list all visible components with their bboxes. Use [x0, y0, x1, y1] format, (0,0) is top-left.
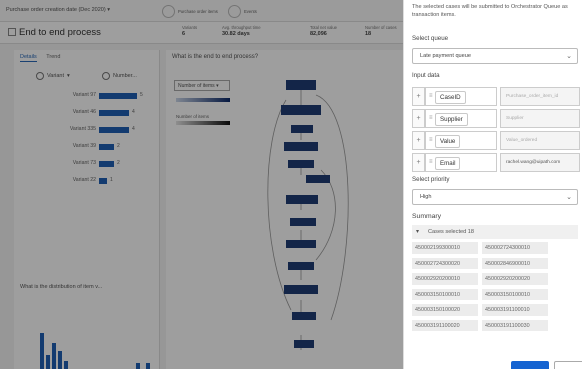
case-id-chip: 450002724300020 [412, 257, 478, 269]
input-key-tag: Email [435, 157, 461, 170]
variable-icon: ≡ [429, 115, 433, 121]
queue-select[interactable]: Late payment queue ⌄ [412, 48, 578, 64]
case-id-chip: 450003191100020 [412, 319, 478, 331]
input-row: + ≡ Supplier Supplier [412, 109, 580, 128]
caret-down-icon: ▾ [416, 229, 420, 235]
priority-label: Select priority [412, 176, 450, 183]
cancel-button[interactable] [554, 361, 582, 369]
variable-icon: ≡ [429, 137, 433, 143]
case-id-chip: 450002846900010 [482, 257, 548, 269]
case-id-chip: 450003150100010 [412, 288, 478, 300]
input-data-label: Input data [412, 72, 440, 79]
case-id-chip: 450003191100010 [482, 304, 548, 316]
chevron-down-icon: ⌄ [566, 194, 572, 201]
add-icon[interactable]: + [412, 153, 425, 172]
case-id-chip: 450002920200010 [412, 273, 478, 285]
cases-selected-count: Cases selected 18 [428, 228, 475, 235]
input-row: + ≡ Email rachel.wang@uipath.com [412, 153, 580, 172]
cases-selected-toggle[interactable]: ▾ Cases selected 18 [412, 225, 578, 239]
case-id-chip: 450002724300010 [482, 242, 548, 254]
input-row: + ≡ CaseID Purchase_order_item_id [412, 87, 580, 106]
case-id-chip: 450002920200020 [482, 273, 548, 285]
input-row: + ≡ Value Value_ordered [412, 131, 580, 150]
input-value-field[interactable]: Purchase_order_item_id [500, 87, 580, 106]
summary-label: Summary [412, 213, 442, 220]
input-value-field[interactable]: Supplier [500, 109, 580, 128]
input-value-field[interactable]: rachel.wang@uipath.com [500, 153, 580, 172]
submit-button[interactable] [511, 361, 549, 369]
chevron-down-icon: ⌄ [566, 53, 572, 60]
input-key-field[interactable]: ≡ Email [425, 153, 497, 172]
input-key-field[interactable]: ≡ Supplier [425, 109, 497, 128]
input-key-tag: Value [435, 135, 461, 148]
variable-icon: ≡ [429, 159, 433, 165]
input-value-field[interactable]: Value_ordered [500, 131, 580, 150]
modal-overlay[interactable] [0, 0, 403, 369]
queue-label: Select queue [412, 35, 449, 42]
queue-submission-panel: The selected cases will be submitted to … [403, 0, 582, 369]
selected-cases-list: 450002199300010 450002724300010 4500027243… [412, 242, 552, 331]
case-id-chip: 450003191100030 [482, 319, 548, 331]
input-key-tag: Supplier [435, 113, 468, 126]
input-key-tag: CaseID [435, 91, 466, 104]
priority-select-value: High [420, 194, 432, 200]
priority-select[interactable]: High ⌄ [412, 189, 578, 205]
add-icon[interactable]: + [412, 87, 425, 106]
input-key-field[interactable]: ≡ CaseID [425, 87, 497, 106]
add-icon[interactable]: + [412, 109, 425, 128]
case-id-chip: 450002199300010 [412, 242, 478, 254]
variable-icon: ≡ [429, 93, 433, 99]
add-icon[interactable]: + [412, 131, 425, 150]
panel-description: The selected cases will be submitted to … [412, 4, 568, 18]
input-key-field[interactable]: ≡ Value [425, 131, 497, 150]
case-id-chip: 450003150100010 [482, 288, 548, 300]
case-id-chip: 450003150100020 [412, 304, 478, 316]
queue-select-value: Late payment queue [420, 53, 472, 59]
